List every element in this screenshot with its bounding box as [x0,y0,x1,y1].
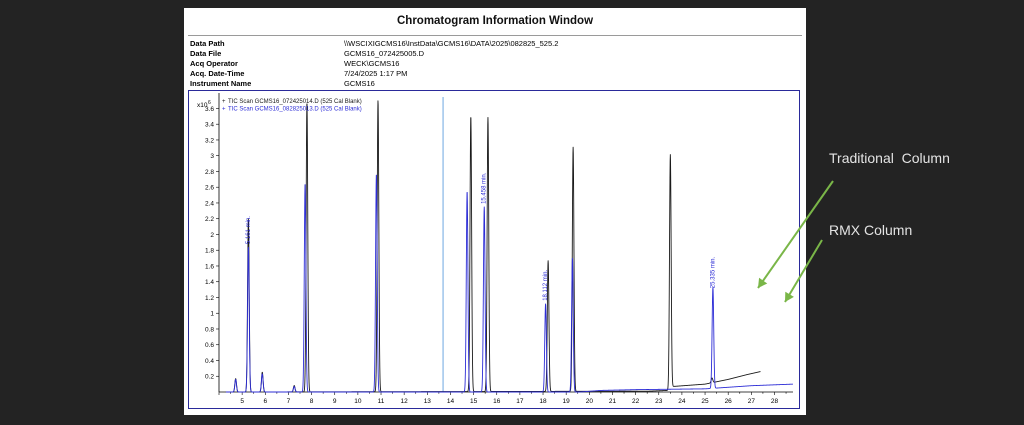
info-label: Acq Operator [190,59,238,68]
chromatogram-window: Chromatogram Information Window Data Pat… [184,8,806,415]
y-tick-label: 2 [210,232,214,239]
y-tick-label: 0.2 [205,374,214,381]
series-rmx-trace [225,174,794,393]
x-tick-label: 14 [447,398,455,405]
y-tick-label: 3.2 [205,137,214,144]
peak-label: 5.161 min. [246,216,252,244]
x-tick-label: 5 [240,398,244,405]
peak-label: 15.458 min. [482,172,488,204]
x-tick-label: 15 [470,398,478,405]
info-label: Instrument Name [190,79,252,88]
legend-entry: TIC Scan GCMS16_082825013.D (525 Cal Bla… [228,107,362,113]
x-tick-label: 12 [401,398,409,405]
x-tick-label: 21 [609,398,617,405]
x-tick-label: 20 [586,398,594,405]
x-tick-label: 16 [493,398,501,405]
peak-label: 18.112 min. [543,270,549,301]
legend-entry: TIC Scan GCMS16_072425014.D (525 Cal Bla… [228,99,362,105]
x-tick-label: 17 [516,398,524,405]
peak-label: 25.335 min. [710,256,716,288]
y-tick-label: 2.6 [205,185,214,192]
y-tick-label: 0.6 [205,342,214,349]
y-exponent-label: 6 [208,100,211,106]
y-tick-label: 1 [210,311,214,318]
legend-marker: + [222,99,226,105]
y-tick-label: 3.4 [205,122,214,129]
y-tick-label: 0.8 [205,326,214,333]
info-value: GCMS16 [344,79,375,88]
y-tick-label: 2.4 [205,200,214,207]
x-tick-label: 23 [655,398,663,405]
annotation-rmx-column: RMX Column [829,222,913,238]
x-tick-label: 28 [771,398,779,405]
x-tick-label: 19 [563,398,571,405]
x-tick-label: 24 [678,398,686,405]
x-tick-label: 6 [263,398,267,405]
x-tick-label: 10 [354,398,362,405]
x-tick-label: 11 [378,398,385,405]
window-title: Chromatogram Information Window [396,15,594,27]
y-tick-label: 2.8 [205,169,214,176]
x-tick-label: 22 [632,398,640,405]
x-tick-label: 27 [748,398,756,405]
y-tick-label: 2.2 [205,216,214,223]
x-tick-label: 13 [424,398,432,405]
chromatogram-chart[interactable]: 0.2 0.4 0.6 0.8 1 1.2 1.4 1.6 1.8 2 2.2 2.4 2.6 2.8 3 3… [189,91,799,408]
y-tick-label: 0.4 [205,358,214,365]
info-value: \\WSCIXIGCMS16\InstData\GCMS16\DATA\2025… [344,39,559,48]
y-tick-label: 3 [210,153,214,160]
chart-frame[interactable]: 0.2 0.4 0.6 0.8 1 1.2 1.4 1.6 1.8 2 2.2 2.4 2.6 2.8 3 3… [188,90,800,409]
y-multiplier-label: x10 [197,102,208,109]
x-tick-label: 8 [310,398,314,405]
info-label: Data Path [190,39,225,48]
info-value: WECK\GCMS16 [344,59,400,68]
y-tick-label: 1.8 [205,248,214,255]
x-tick-label: 7 [287,398,291,405]
annotation-traditional-column: Traditional Column [829,150,950,166]
info-label: Acq. Date-Time [190,69,245,78]
x-tick-label: 18 [539,398,547,405]
y-tick-label: 1.6 [205,263,214,270]
legend-marker: + [222,107,226,113]
y-tick-label: 1.4 [205,279,214,286]
x-tick-label: 9 [333,398,337,405]
y-tick-label: 1.2 [205,295,214,302]
x-tick-label: 25 [701,398,709,405]
info-value: 7/24/2025 1:17 PM [344,69,408,78]
title-divider [188,35,802,36]
info-value: GCMS16_072425005.D [344,49,425,58]
info-label: Data File [190,49,222,58]
x-tick-label: 26 [725,398,733,405]
